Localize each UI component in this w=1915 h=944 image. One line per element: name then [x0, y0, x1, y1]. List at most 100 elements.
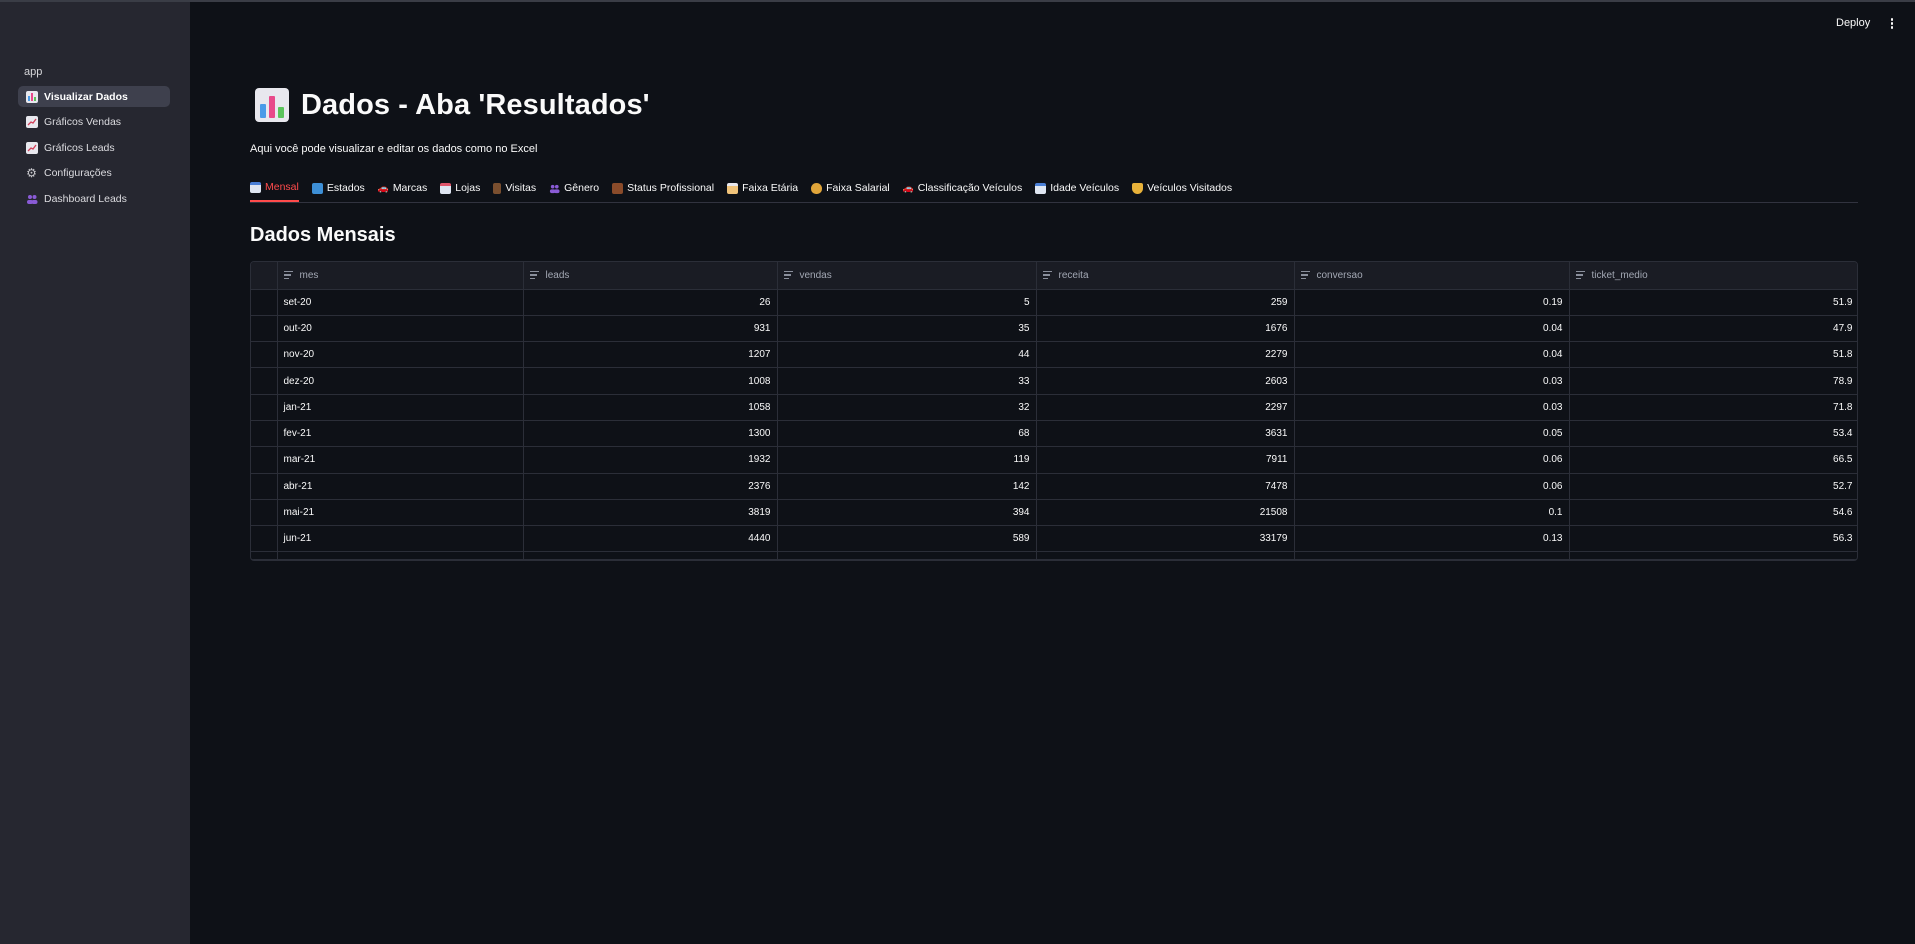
table-cell-receita[interactable]: 2279 [1036, 341, 1295, 369]
table-row: abr-21 2376 142 7478 0.06 52.7 [251, 473, 1857, 500]
table-cell-ticket-medio[interactable]: 51.9 [1569, 289, 1857, 316]
table-cell-mes[interactable]: abr-21 [277, 473, 524, 500]
tab-genero[interactable]: Gênero [549, 174, 599, 202]
table-cell-receita[interactable]: 2297 [1036, 394, 1295, 421]
table-cell-mes[interactable]: jan-21 [277, 394, 524, 421]
sidebar-item-graficos-vendas[interactable]: Gráficos Vendas [18, 112, 170, 133]
table-cell-receita[interactable]: 21508 [1036, 499, 1295, 527]
kebab-menu-icon[interactable] [1890, 18, 1894, 30]
table-cell-leads[interactable]: 4440 [523, 525, 778, 553]
row-index-cell[interactable] [251, 499, 278, 527]
column-header-conversao[interactable]: conversao [1294, 262, 1570, 290]
sidebar-item-label: Configurações [44, 167, 112, 179]
sidebar-item-configuracoes[interactable]: ⚙ Configurações [18, 163, 170, 184]
table-cell-mes[interactable]: mai-21 [277, 499, 524, 527]
table-cell-conversao[interactable]: 0.06 [1294, 446, 1570, 474]
table-cell-leads[interactable]: 1058 [523, 394, 778, 421]
sidebar-item-graficos-leads[interactable]: Gráficos Leads [18, 137, 170, 158]
table-cell-ticket-medio[interactable]: 78.9 [1569, 367, 1857, 395]
table-cell-leads[interactable]: 3819 [523, 499, 778, 527]
row-index-cell[interactable] [251, 473, 278, 500]
row-index-cell[interactable] [251, 525, 278, 553]
table-cell-leads[interactable]: 1300 [523, 420, 778, 448]
table-cell-vendas[interactable]: 589 [777, 525, 1037, 553]
sidebar-item-dashboard-leads[interactable]: Dashboard Leads [18, 188, 170, 209]
table-cell-leads[interactable]: 1932 [523, 446, 778, 474]
tab-visitas[interactable]: Visitas [493, 174, 536, 202]
table-cell-ticket-medio[interactable]: 47.9 [1569, 315, 1857, 343]
tab-idade-veiculos[interactable]: Idade Veículos [1035, 174, 1119, 202]
table-cell-receita[interactable]: 7911 [1036, 446, 1295, 474]
tab-estados[interactable]: Estados [311, 174, 365, 202]
table-cell-leads[interactable]: 2376 [523, 473, 778, 500]
tab-faixa-etaria[interactable]: Faixa Etária [727, 174, 798, 202]
row-index-cell[interactable] [251, 394, 278, 421]
table-cell-leads[interactable]: 931 [523, 315, 778, 343]
row-index-cell[interactable] [251, 341, 278, 369]
table-cell-vendas[interactable]: 142 [777, 473, 1037, 500]
table-cell-conversao[interactable]: 0.03 [1294, 394, 1570, 421]
tab-status-profissional[interactable]: Status Profissional [612, 174, 714, 202]
tab-mensal[interactable]: Mensal [250, 174, 299, 202]
table-cell-leads[interactable]: 1207 [523, 341, 778, 369]
table-cell-conversao[interactable]: 0.04 [1294, 315, 1570, 343]
table-cell-ticket-medio[interactable]: 52.7 [1569, 473, 1857, 500]
column-header-leads[interactable]: leads [523, 262, 778, 290]
table-cell-vendas[interactable]: 68 [777, 420, 1037, 448]
table-cell-ticket-medio[interactable]: 71.8 [1569, 394, 1857, 421]
table-cell-mes[interactable]: jun-21 [277, 525, 524, 553]
table-cell-conversao[interactable]: 0.05 [1294, 420, 1570, 448]
table-cell-conversao[interactable]: 0.06 [1294, 473, 1570, 500]
row-index-cell[interactable] [251, 315, 278, 343]
table-cell-receita[interactable]: 33179 [1036, 525, 1295, 553]
table-cell-conversao[interactable]: 0.13 [1294, 525, 1570, 553]
table-cell-mes[interactable]: fev-21 [277, 420, 524, 448]
table-cell-mes[interactable]: out-20 [277, 315, 524, 343]
table-cell-vendas[interactable]: 44 [777, 341, 1037, 369]
row-index-cell[interactable] [251, 289, 278, 316]
column-header-mes[interactable]: mes [277, 262, 524, 290]
table-cell-ticket-medio[interactable]: 56.3 [1569, 525, 1857, 553]
sidebar-item-visualizar-dados[interactable]: Visualizar Dados [18, 86, 170, 107]
table-cell-conversao[interactable]: 0.03 [1294, 367, 1570, 395]
table-cell-vendas[interactable]: 35 [777, 315, 1037, 343]
table-cell-vendas[interactable]: 32 [777, 394, 1037, 421]
tab-veiculos-visitados[interactable]: Veículos Visitados [1132, 174, 1232, 202]
tab-lojas[interactable]: Lojas [440, 174, 480, 202]
table-cell-receita[interactable]: 2603 [1036, 367, 1295, 395]
table-cell-leads[interactable]: 1008 [523, 367, 778, 395]
table-cell-vendas[interactable]: 33 [777, 367, 1037, 395]
table-cell-receita[interactable]: 259 [1036, 289, 1295, 316]
table-cell-mes[interactable]: mar-21 [277, 446, 524, 474]
table-cell-vendas[interactable]: 119 [777, 446, 1037, 474]
tab-faixa-salarial[interactable]: Faixa Salarial [811, 174, 890, 202]
table-cell-receita[interactable]: 7478 [1036, 473, 1295, 500]
table-cell-conversao[interactable]: 0.1 [1294, 499, 1570, 527]
data-editor-table[interactable]: mes leads vendas receita conversao ticke… [250, 261, 1858, 561]
row-index-cell[interactable] [251, 446, 278, 474]
column-header-vendas[interactable]: vendas [777, 262, 1037, 290]
table-cell-vendas[interactable]: 5 [777, 289, 1037, 316]
row-index-cell[interactable] [251, 420, 278, 448]
table-cell-ticket-medio[interactable]: 51.8 [1569, 341, 1857, 369]
table-cell-receita[interactable]: 1676 [1036, 315, 1295, 343]
column-header-receita[interactable]: receita [1036, 262, 1295, 290]
tab-label: Marcas [392, 182, 428, 194]
table-cell-conversao[interactable]: 0.19 [1294, 289, 1570, 316]
deploy-button[interactable]: Deploy [1836, 17, 1870, 29]
tab-marcas[interactable]: 🚗 Marcas [378, 174, 428, 202]
table-cell-leads[interactable]: 26 [523, 289, 778, 316]
row-index-cell[interactable] [251, 367, 278, 395]
table-cell-receita[interactable]: 3631 [1036, 420, 1295, 448]
table-cell-ticket-medio[interactable]: 53.4 [1569, 420, 1857, 448]
table-cell-ticket-medio[interactable]: 66.5 [1569, 446, 1857, 474]
tab-classificacao-veiculos[interactable]: 🚗 Classificação Veículos [903, 174, 1023, 202]
table-cell-vendas[interactable]: 394 [777, 499, 1037, 527]
table-cell-conversao[interactable]: 0.04 [1294, 341, 1570, 369]
column-header-ticket-medio[interactable]: ticket_medio [1569, 262, 1857, 290]
calendar-icon [1035, 182, 1047, 194]
table-cell-mes[interactable]: set-20 [277, 289, 524, 316]
table-cell-mes[interactable]: dez-20 [277, 367, 524, 395]
table-cell-mes[interactable]: nov-20 [277, 341, 524, 369]
table-cell-ticket-medio[interactable]: 54.6 [1569, 499, 1857, 527]
